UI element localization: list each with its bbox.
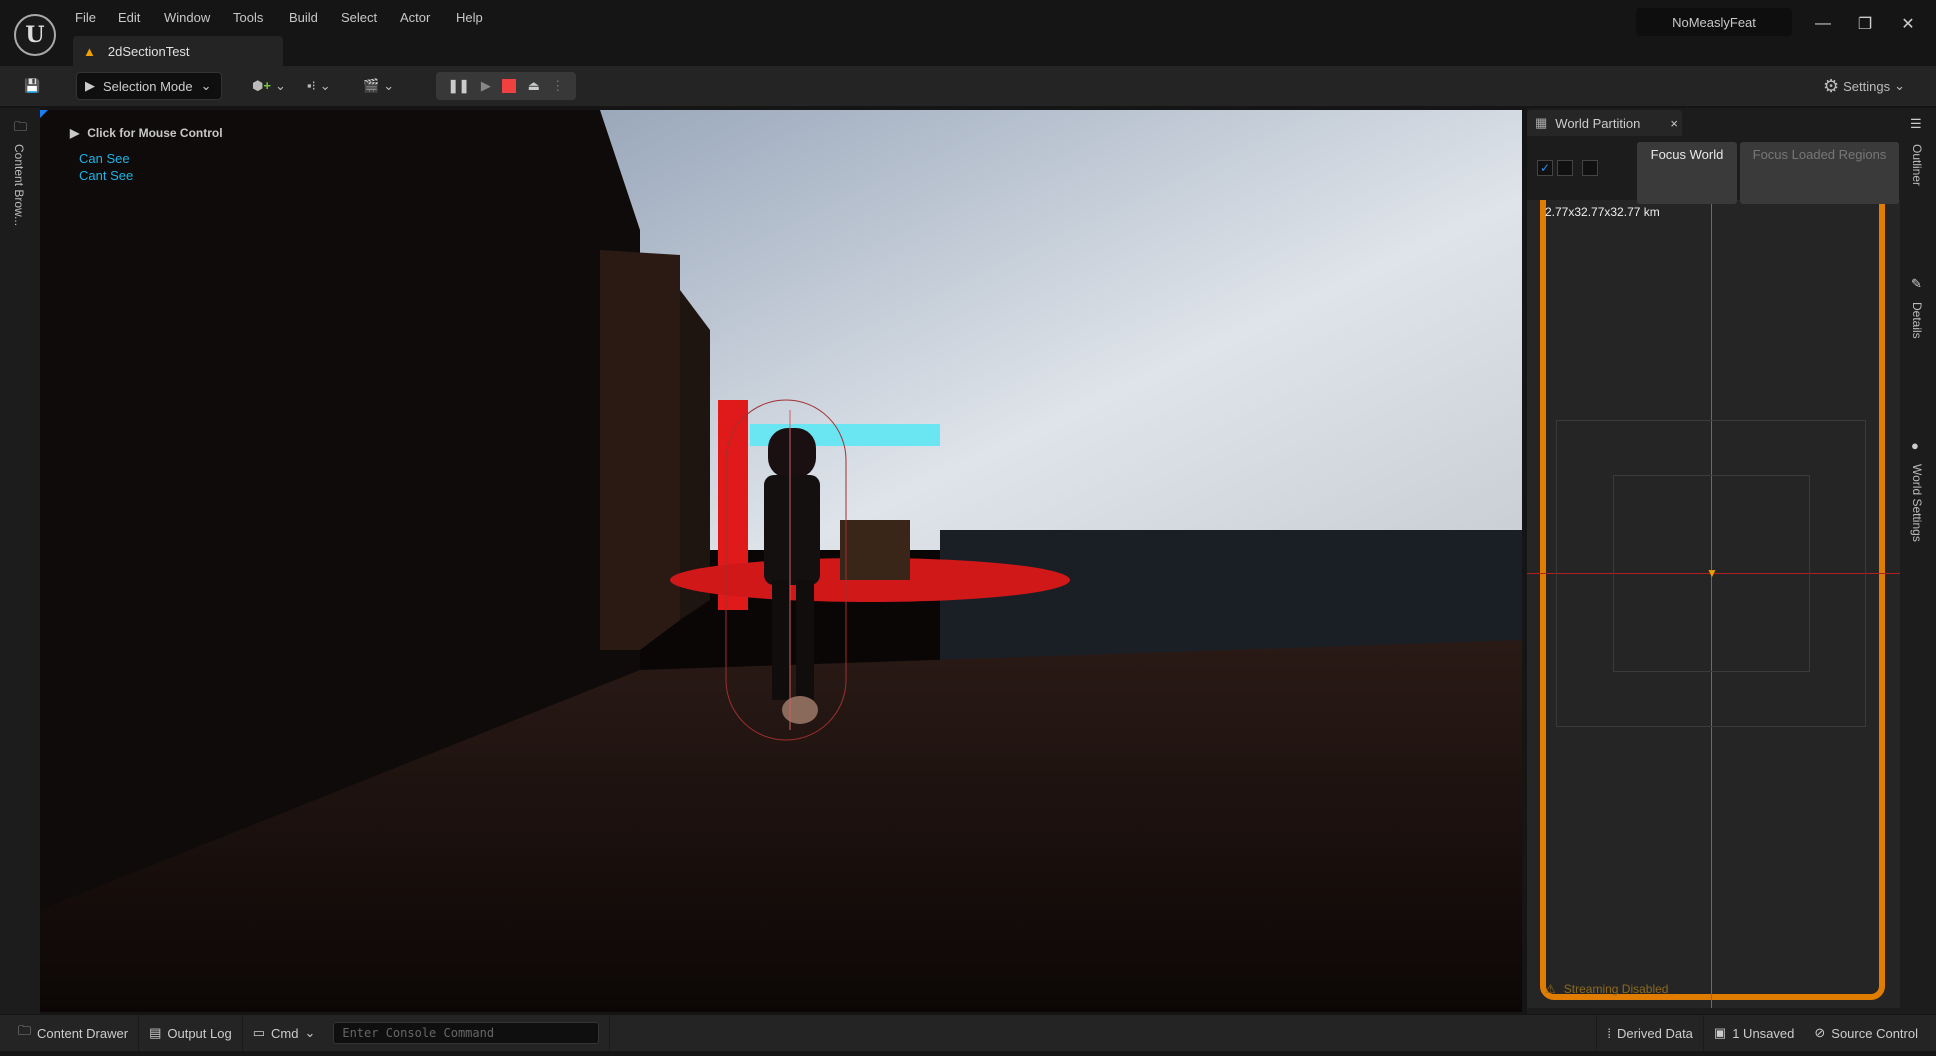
eject-icon[interactable]: ⏏ xyxy=(528,78,540,94)
source-control-icon: ⊘ xyxy=(1814,1025,1826,1040)
building xyxy=(600,250,680,650)
status-bar: 🗀 Content Drawer ▤ Output Log ▭ Cmd ⌄ Enter … xyxy=(0,1015,1936,1051)
settings-button[interactable]: ⚙ Settings ⌄ xyxy=(1823,72,1905,100)
scene-render xyxy=(40,110,1522,1012)
menu-help[interactable]: Help xyxy=(456,10,483,25)
source-control-button[interactable]: ⊘ Source Control xyxy=(1804,1015,1936,1051)
level-viewport[interactable]: ▶ Click for Mouse Control Can See Cant S… xyxy=(40,110,1522,1012)
folder-icon: 🗀 xyxy=(18,1023,32,1038)
chevron-down-icon: ⌄ xyxy=(383,78,395,93)
crate xyxy=(840,520,910,580)
world-size-label: 2.77x32.77x32.77 km xyxy=(1545,205,1660,219)
console-input[interactable]: Enter Console Command xyxy=(333,1022,600,1044)
cinematics-button[interactable]: 🎬 ⌄ xyxy=(363,72,394,100)
cmd-label: Cmd xyxy=(270,1025,299,1041)
output-log-button[interactable]: ▤ Output Log xyxy=(139,1015,243,1051)
menu-tools[interactable]: Tools xyxy=(233,10,263,25)
pencil-icon: ✎ xyxy=(1911,276,1922,291)
right-sidebar: ☰ Outliner ✎ Details ● World Settings xyxy=(1900,108,1936,1014)
selection-mode-label: Selection Mode xyxy=(103,78,193,94)
debug-text: Can See xyxy=(79,151,130,166)
menu-edit[interactable]: Edit xyxy=(118,10,140,25)
play-controls: ❚❚ ▶ ⏏ ⋮ xyxy=(436,72,576,100)
content-drawer-button[interactable]: 🗀 Content Drawer xyxy=(0,1015,140,1051)
derived-data-icon: ⁞ xyxy=(1607,1025,1612,1041)
chevron-down-icon: ⌄ xyxy=(319,78,331,93)
warning-icon: ⚠ xyxy=(1545,982,1556,996)
menu-file[interactable]: File xyxy=(75,10,96,25)
blueprint-button[interactable]: ▪⁝ ⌄ xyxy=(307,72,331,100)
unsaved-icon: ▣ xyxy=(1713,1025,1727,1040)
content-drawer-label: Content Drawer xyxy=(37,1025,129,1041)
chevron-down-icon: ⌄ xyxy=(304,1025,316,1040)
minimize-icon[interactable]: — xyxy=(1808,12,1838,36)
more-icon[interactable]: ⋮ xyxy=(551,78,564,94)
mouse-control-hint[interactable]: ▶ Click for Mouse Control xyxy=(70,126,223,140)
derived-data-label: Derived Data xyxy=(1617,1025,1693,1041)
add-actor-icon: ⬢+ xyxy=(252,78,271,93)
cursor-icon: ▶ xyxy=(85,78,95,93)
chevron-down-icon: ⌄ xyxy=(200,78,212,93)
menu-window[interactable]: Window xyxy=(164,10,210,25)
outliner-icon: ☰ xyxy=(1910,116,1922,131)
world-settings-tab[interactable]: World Settings xyxy=(1910,464,1924,542)
restore-icon[interactable]: ❐ xyxy=(1850,12,1880,36)
folder-search-icon: 🗀 xyxy=(14,119,28,134)
blueprint-icon: ▪⁝ xyxy=(307,78,316,93)
globe-icon: ● xyxy=(1911,438,1919,453)
camera-marker-icon: ▼ xyxy=(1706,566,1718,580)
debug-text: Cant See xyxy=(79,168,134,183)
terminal-icon: ▭ xyxy=(252,1025,265,1040)
derived-data-button[interactable]: ⁞ Derived Data xyxy=(1596,1015,1704,1051)
chevron-down-icon: ⌄ xyxy=(274,78,286,93)
pause-icon[interactable]: ❚❚ xyxy=(448,78,470,94)
level-icon: ▲ xyxy=(83,43,96,59)
option-checkbox[interactable] xyxy=(1557,160,1573,176)
mouse-hint-label: Click for Mouse Control xyxy=(87,126,223,140)
source-control-label: Source Control xyxy=(1831,1025,1918,1041)
title-bar: U File Edit Window Tools Build Select Ac… xyxy=(0,0,1936,66)
grid-icon: ▦ xyxy=(1535,115,1548,130)
level-tab-label: 2dSectionTest xyxy=(107,43,190,59)
cursor-icon: ▶ xyxy=(70,126,80,140)
gear-icon: ⚙ xyxy=(1823,75,1840,96)
world-partition-tab[interactable]: ▦ World Partition × xyxy=(1527,110,1682,136)
left-sidebar: 🗀 Content Brow... xyxy=(0,108,40,1014)
main-toolbar: 💾 ▶ Selection Mode ⌄ ⬢+ ⌄ ▪⁝ ⌄ 🎬 ⌄ ❚❚ ▶ ⏏ ⋮… xyxy=(0,66,1936,106)
menu-build[interactable]: Build xyxy=(289,10,318,25)
level-tab[interactable]: ▲ 2dSectionTest xyxy=(73,36,283,66)
world-partition-panel: ▦ World Partition × ▼ ✓ Focus World Focu… xyxy=(1527,108,1900,1014)
log-icon: ▤ xyxy=(149,1025,162,1040)
menu-actor[interactable]: Actor xyxy=(400,10,430,25)
streaming-status-label: Streaming Disabled xyxy=(1563,982,1669,996)
stop-icon[interactable] xyxy=(502,79,517,93)
focus-loaded-regions-button[interactable]: Focus Loaded Regions xyxy=(1740,142,1899,204)
show-checkbox[interactable]: ✓ xyxy=(1537,160,1553,176)
details-tab[interactable]: Details xyxy=(1910,302,1924,339)
unsaved-label: 1 Unsaved xyxy=(1732,1025,1795,1041)
world-partition-map[interactable]: ▼ ✓ Focus World Focus Loaded Regions 2.7… xyxy=(1527,138,1900,1008)
close-icon[interactable]: ✕ xyxy=(1893,12,1923,36)
world-partition-title: World Partition xyxy=(1555,115,1641,131)
menu-select[interactable]: Select xyxy=(341,10,377,25)
unsaved-button[interactable]: ▣ 1 Unsaved xyxy=(1704,1015,1804,1051)
focus-world-button[interactable]: Focus World xyxy=(1637,142,1737,204)
streaming-status: ⚠ Streaming Disabled xyxy=(1545,982,1668,996)
step-icon[interactable]: ▶ xyxy=(481,78,491,94)
unreal-logo[interactable]: U xyxy=(14,14,56,56)
output-log-label: Output Log xyxy=(167,1025,232,1041)
viewport-overlay: ▶ Click for Mouse Control Can See Cant S… xyxy=(70,126,223,184)
outliner-tab[interactable]: Outliner xyxy=(1910,144,1924,186)
cmd-dropdown[interactable]: ▭ Cmd ⌄ xyxy=(243,1015,326,1051)
save-icon[interactable]: 💾 xyxy=(24,72,40,100)
add-actor-button[interactable]: ⬢+ ⌄ xyxy=(252,72,286,100)
option-checkbox[interactable] xyxy=(1582,160,1598,176)
close-tab-icon[interactable]: × xyxy=(1670,116,1678,131)
settings-label: Settings xyxy=(1843,78,1891,94)
project-name: NoMeaslyFeat xyxy=(1636,8,1792,36)
selection-mode-dropdown[interactable]: ▶ Selection Mode ⌄ xyxy=(76,72,222,100)
clapper-icon: 🎬 xyxy=(363,78,380,93)
chevron-down-icon: ⌄ xyxy=(1894,78,1906,93)
content-browser-tab[interactable]: Content Brow... xyxy=(12,144,26,226)
